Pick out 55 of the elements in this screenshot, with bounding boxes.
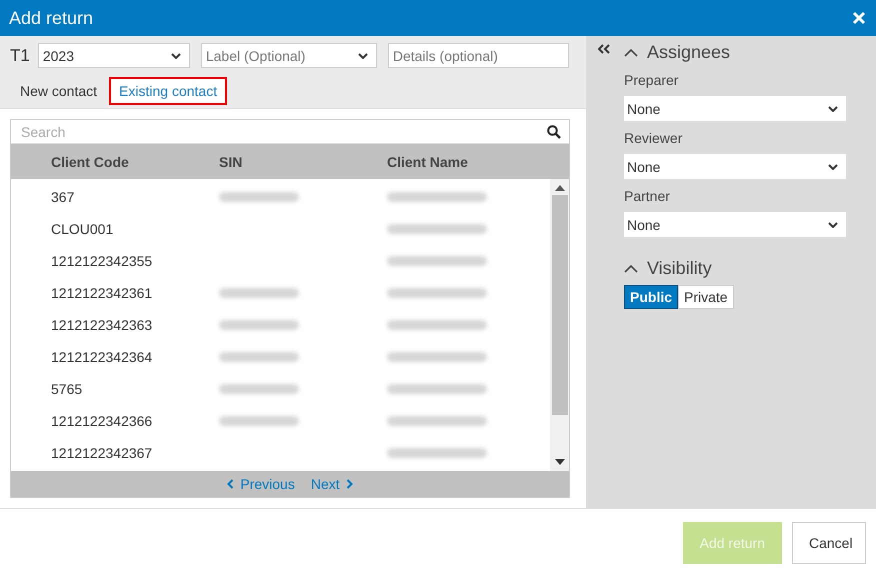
table-row[interactable]: 1212122342367 bbox=[11, 437, 550, 469]
assignee-select[interactable]: None bbox=[624, 96, 846, 121]
scroll-down-icon[interactable] bbox=[554, 459, 564, 465]
chevron-left-icon bbox=[227, 479, 234, 489]
chevron-down-icon bbox=[358, 52, 368, 58]
cancel-button[interactable]: Cancel bbox=[792, 522, 866, 564]
table-cell-text: 1212122342361 bbox=[51, 285, 154, 301]
table-cell-text: 1212122342367 bbox=[51, 445, 154, 461]
field-label: Partner bbox=[624, 188, 671, 204]
search-field[interactable]: Search bbox=[21, 124, 547, 140]
field-label: Reviewer bbox=[624, 130, 684, 146]
assignee-select[interactable]: None bbox=[624, 154, 846, 179]
year-select[interactable]: 2023 bbox=[38, 43, 190, 68]
table-cell-text: 367 bbox=[51, 189, 76, 205]
table-row[interactable]: CLOU001 bbox=[11, 213, 550, 245]
table-row[interactable]: 1212122342366 bbox=[11, 405, 550, 437]
table-row[interactable]: 5765 bbox=[11, 373, 550, 405]
window-title: Add return bbox=[9, 8, 94, 28]
field-label: Preparer bbox=[624, 72, 680, 88]
scroll-up-icon[interactable] bbox=[554, 185, 564, 191]
details-field[interactable]: Details (optional) bbox=[388, 43, 569, 68]
caret-icon[interactable] bbox=[624, 264, 638, 272]
table-row[interactable]: 1212122342364 bbox=[11, 341, 550, 373]
chevron-down-icon bbox=[170, 52, 181, 58]
section-title: Visibility bbox=[647, 258, 712, 279]
column-header[interactable]: SIN bbox=[219, 154, 387, 170]
table-row[interactable]: 1212122342363 bbox=[11, 309, 550, 341]
table-cell-text: 1212122342364 bbox=[51, 349, 154, 365]
chevron-right-icon bbox=[346, 479, 353, 489]
table-row[interactable]: 1212122342361 bbox=[11, 277, 550, 309]
label-select[interactable]: Label (Optional) bbox=[200, 43, 377, 68]
table-cell-text: CLOU001 bbox=[51, 221, 114, 237]
contact-tab[interactable]: Existing contact bbox=[109, 77, 228, 105]
chevron-down-icon bbox=[828, 222, 838, 228]
assignee-select[interactable]: None bbox=[624, 212, 846, 237]
table-cell-text: 1212122342355 bbox=[51, 253, 154, 269]
table-row[interactable]: 1212122342355 bbox=[11, 245, 550, 277]
close-icon[interactable] bbox=[852, 11, 866, 25]
caret-icon[interactable] bbox=[624, 48, 638, 56]
table-cell-text: 1212122342366 bbox=[51, 413, 154, 429]
collapse-icon[interactable] bbox=[598, 44, 610, 54]
column-header[interactable]: Client Name bbox=[387, 154, 569, 170]
search-icon[interactable] bbox=[547, 124, 561, 138]
visibility-option[interactable]: Public bbox=[624, 285, 678, 309]
column-header[interactable]: Client Code bbox=[51, 154, 219, 170]
contact-tab[interactable]: New contact bbox=[10, 77, 108, 105]
return-type-label: T1 bbox=[10, 46, 30, 66]
table-cell-text: 5765 bbox=[51, 381, 84, 397]
chevron-down-icon bbox=[828, 164, 838, 170]
table-cell-text: 1212122342363 bbox=[51, 317, 154, 333]
visibility-option[interactable]: Private bbox=[678, 285, 734, 309]
section-title: Assignees bbox=[647, 42, 730, 63]
scrollbar[interactable] bbox=[550, 179, 569, 471]
chevron-down-icon bbox=[828, 106, 838, 112]
table-row[interactable]: 367 bbox=[11, 181, 550, 213]
